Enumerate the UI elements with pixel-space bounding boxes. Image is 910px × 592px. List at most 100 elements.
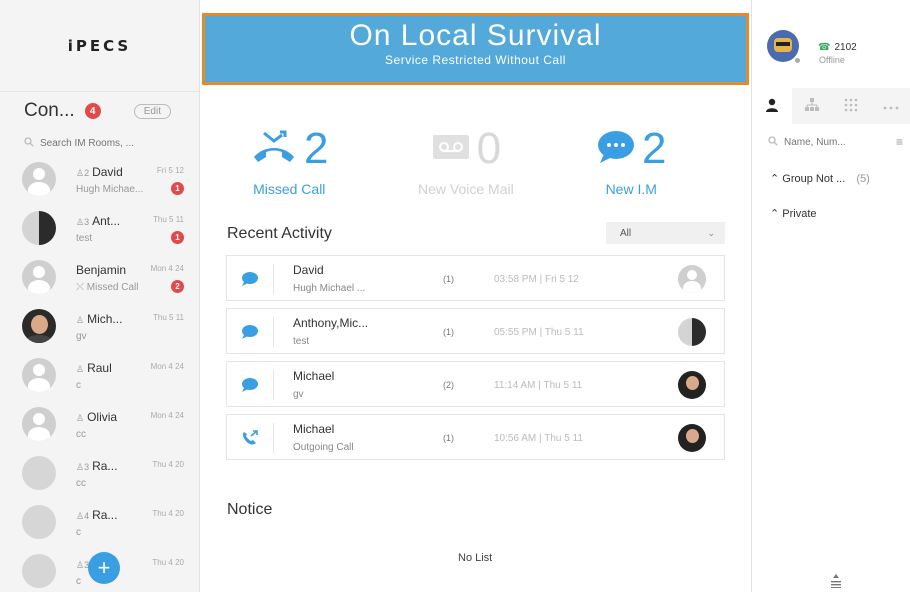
org-chart-icon — [804, 97, 819, 115]
logo-area: iPECS — [0, 0, 199, 92]
contacts-tabs — [752, 88, 910, 124]
person-icon: ♙ — [76, 364, 85, 374]
search-icon — [24, 136, 34, 150]
unread-badge: 4 — [84, 103, 101, 119]
chevron-down-icon: ⌄ — [707, 227, 715, 238]
edit-button[interactable]: Edit — [133, 103, 171, 119]
local-survival-banner: On Local Survival Service Restricted Wit… — [202, 13, 749, 85]
chat-bubble-icon — [596, 129, 636, 170]
conversation-name: David — [92, 165, 123, 179]
banner-title: On Local Survival — [349, 19, 602, 52]
notice-empty-text: No List — [458, 552, 493, 564]
activity-name: Michael — [293, 369, 335, 383]
activity-row[interactable]: Michael Outgoing Call (1) 10:56 AM | Thu… — [226, 414, 725, 460]
activity-row[interactable]: David Hugh Michael ... (1) 03:58 PM | Fr… — [226, 255, 725, 301]
conversation-name: Olivia — [87, 410, 118, 424]
avatar — [678, 371, 706, 399]
list-item[interactable]: ♙3 Ant... Thu 5 11 test 1 — [0, 207, 200, 256]
conversation-preview: gv — [76, 331, 87, 342]
tab-more[interactable] — [871, 88, 910, 124]
list-item[interactable]: Benjamin Mon 4 24 ⤬ Missed Call 2 — [0, 256, 200, 305]
divider — [273, 423, 274, 453]
list-item[interactable]: ♙ Raul Mon 4 24 c — [0, 354, 200, 403]
avatar — [22, 260, 56, 294]
activity-filter-select[interactable]: All ⌄ — [606, 222, 725, 244]
list-item[interactable]: ♙ Olivia Mon 4 24 cc — [0, 403, 200, 452]
activity-row[interactable]: Anthony,Mic... test (1) 05:55 PM | Thu 5… — [226, 308, 725, 354]
conversation-name: Ra... — [92, 459, 118, 473]
avatar — [22, 358, 56, 392]
chat-icon — [241, 324, 259, 340]
voicemail-count: 0 — [476, 124, 502, 173]
activity-count: (1) — [443, 274, 454, 284]
activity-time: 10:56 AM | Thu 5 11 — [494, 433, 583, 444]
activity-count: (1) — [443, 327, 454, 337]
activity-row[interactable]: Michael gv (2) 11:14 AM | Thu 5 11 — [226, 361, 725, 407]
list-item[interactable]: ♙2 David Fri 5 12 Hugh Michae... 1 — [0, 158, 200, 207]
conversation-preview: c — [76, 527, 81, 538]
avatar — [22, 505, 56, 539]
conversation-time: Mon 4 24 — [150, 411, 184, 420]
missed-call-stat[interactable]: 2 Missed Call — [250, 124, 329, 198]
avatar — [22, 407, 56, 441]
more-icon — [883, 99, 899, 113]
unread-badge: 1 — [171, 231, 184, 244]
activity-time: 05:55 PM | Thu 5 11 — [494, 327, 584, 338]
conversation-name: Ra... — [92, 508, 118, 522]
list-item[interactable]: ♙3 Ra... Thu 4 20 cc — [0, 452, 200, 501]
new-conversation-button[interactable]: + — [88, 552, 120, 584]
contacts-panel: ☎2102 Offline ≡ ⌃ Group Not ... (5) ⌃ Pr — [751, 0, 910, 592]
list-item[interactable]: ♙4 Ra... Thu 4 20 c — [0, 501, 200, 550]
activity-count: (1) — [443, 433, 454, 443]
missed-call-label: Missed Call — [253, 181, 326, 197]
conversation-name: Mich... — [87, 312, 123, 326]
divider — [273, 317, 274, 347]
conversation-time: Mon 4 24 — [150, 362, 184, 371]
group-label: Group Not ... — [782, 173, 846, 185]
missed-call-icon: ⤬ — [76, 282, 87, 293]
activity-detail: gv — [293, 389, 304, 400]
presence-indicator — [793, 56, 802, 65]
avatar — [22, 554, 56, 588]
chevron-up-icon: ⌃ — [770, 173, 780, 185]
activity-name: Anthony,Mic... — [293, 316, 369, 330]
sort-icon[interactable] — [828, 574, 844, 592]
presence-status: Offline — [819, 55, 845, 65]
tab-organization[interactable] — [792, 88, 832, 124]
app-window: iPECS Con... 4 Edit ♙2David Fri 5 12 Hug… — [0, 0, 910, 592]
conversation-time: Thu 4 20 — [152, 558, 184, 567]
activity-detail: Outgoing Call — [293, 442, 354, 453]
activity-detail: test — [293, 336, 310, 347]
list-item[interactable]: ♙ Mich... Thu 5 11 gv — [0, 305, 200, 354]
avatar — [22, 211, 56, 245]
contact-group[interactable]: ⌃ Private — [770, 207, 817, 220]
my-profile[interactable]: ☎ 2102 Offline — [752, 0, 910, 88]
contact-group[interactable]: ⌃ Group Not ... (5) — [770, 172, 870, 185]
voicemail-stat[interactable]: 0 New Voice Mail — [418, 124, 514, 198]
activity-name: Michael — [293, 422, 335, 436]
activity-count: (2) — [443, 380, 454, 390]
avatar — [22, 162, 56, 196]
person-icon: ♙ — [76, 315, 85, 325]
tab-dialpad[interactable] — [832, 88, 872, 124]
conversation-time: Fri 5 12 — [156, 166, 184, 175]
new-im-stat[interactable]: 2 New I.M — [596, 125, 666, 197]
divider — [273, 264, 274, 294]
conversation-time: Thu 4 20 — [152, 460, 184, 469]
conversation-preview: Missed Call — [86, 282, 139, 293]
activity-time: 11:14 AM | Thu 5 11 — [494, 380, 583, 391]
member-count: ♙4 — [76, 511, 90, 521]
avatar — [678, 318, 706, 346]
contact-search-input[interactable] — [784, 136, 874, 148]
missed-call-count: 2 — [304, 124, 329, 173]
conversation-list: ♙2 David Fri 5 12 Hugh Michae... 1 ♙3 Ant.… — [0, 158, 200, 592]
im-search-input[interactable] — [40, 137, 170, 149]
im-search-bar — [0, 128, 199, 158]
conversation-title: Con... — [24, 100, 75, 121]
conversation-time: Thu 4 20 — [152, 509, 184, 518]
tab-contacts[interactable] — [752, 88, 792, 124]
activity-name: David — [293, 263, 324, 277]
chat-icon — [241, 377, 259, 393]
list-menu-icon[interactable]: ≡ — [896, 135, 903, 149]
conversation-time: Thu 5 11 — [153, 215, 184, 224]
